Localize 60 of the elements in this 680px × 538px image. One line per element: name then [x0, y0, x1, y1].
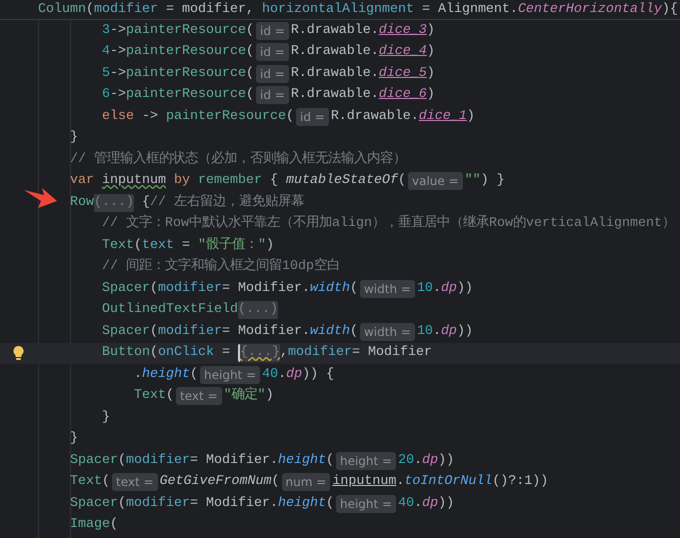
code-text: inputnum.toIntOrNull()?:1)) [332, 473, 548, 492]
inlay-hint: width = [360, 322, 415, 341]
inlay-hint: id = [256, 86, 289, 104]
arrow-icon [22, 186, 58, 210]
inlay-hint: width = [360, 280, 415, 298]
code-text: 3->painterResource( [102, 22, 254, 40]
code-text: "") } [464, 172, 505, 190]
code-text: R.drawable.dice_1) [330, 108, 475, 126]
code-text: ,modifier= Modifier [280, 344, 432, 362]
inlay-hint: id = [256, 43, 289, 62]
code-text: } [70, 129, 78, 148]
code-text: GetGiveFromNum( [160, 473, 280, 492]
code-text: Image( [70, 516, 118, 534]
code-text: OutlinedTextField [102, 301, 238, 320]
code-text: 20.dp)) [398, 452, 454, 470]
code-text: // 文字：Row中默认水平靠左（不用加align），垂直居中（继承Row的verticalAlignment） [102, 214, 675, 234]
code-text: 10.dp)) [416, 280, 473, 298]
code-text: 40.dp)) [398, 494, 454, 513]
inlay-hint: height = [336, 452, 396, 470]
lightbulb-icon[interactable] [12, 345, 25, 362]
inlay-hint: value = [408, 172, 463, 190]
code-text: R.drawable.dice_3) [290, 22, 435, 40]
code-text: 5->painterResource( [102, 64, 254, 83]
code-text: .height( [134, 366, 198, 384]
code-text: } [102, 408, 110, 427]
code-text: 6->painterResource( [102, 86, 254, 104]
code-text: R.drawable.dice_5) [290, 64, 435, 83]
inlay-hint: num = [282, 473, 330, 492]
folded-code[interactable]: (...) [94, 194, 134, 212]
code-text: } [70, 430, 78, 448]
code-text: R.drawable.dice_6) [290, 86, 435, 104]
code-text: var inputnum by remember { mutableStateOf( [70, 172, 406, 190]
inlay-hint: height = [336, 494, 396, 513]
code-text: else -> painterResource( [102, 108, 294, 126]
code-text: Spacer(modifier= Modifier.height( [70, 452, 334, 470]
folded-code[interactable]: {...} [238, 344, 280, 362]
folded-code[interactable]: (...) [238, 301, 278, 320]
inlay-hint: id = [256, 64, 289, 83]
code-text: {// 左右留边，避免贴屏幕 [140, 192, 304, 212]
code-text: Spacer(modifier= Modifier.height( [70, 494, 334, 513]
code-text: Row [70, 194, 94, 212]
inlay-hint: text = [112, 473, 158, 492]
code-text: 4->painterResource( [102, 43, 254, 62]
code-text: "确定") [224, 386, 274, 406]
code-text: Button(onClick = [102, 344, 231, 362]
code-text: // 管理输入框的状态（必加，否则输入框无法输入内容） [70, 150, 406, 169]
code-text: Text(text = "骰子值：") [102, 236, 274, 255]
code-text: // 间距：文字和输入框之间留10dp空白 [102, 257, 340, 276]
code-text: Text( [70, 473, 110, 492]
code-text: R.drawable.dice_4) [290, 43, 435, 62]
code-text: Text( [134, 387, 174, 406]
inlay-hint: height = [200, 366, 260, 384]
inlay-hint: id = [256, 22, 289, 40]
code-text: Spacer(modifier= Modifier.width( [102, 322, 358, 341]
code-text: 10.dp)) [416, 322, 473, 341]
code-text: Column(modifier = modifier, horizontalAlignment = Alignment.CenterHorizontally){ [38, 1, 678, 19]
code-text: Spacer(modifier= Modifier.width( [102, 280, 358, 298]
inlay-hint: id = [296, 108, 329, 126]
code-text: 40.dp)) { [262, 366, 334, 384]
inlay-hint: text = [176, 387, 222, 406]
